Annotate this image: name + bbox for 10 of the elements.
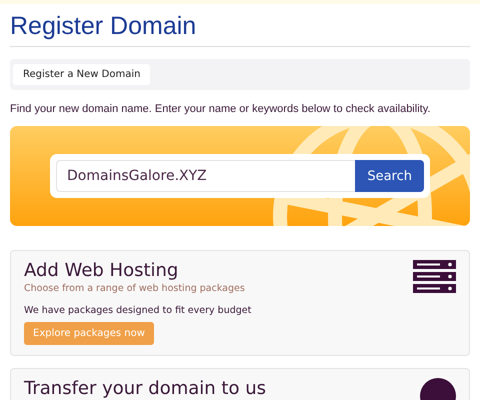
search-button[interactable]: Search	[355, 160, 424, 192]
card-subtitle: Choose from a range of web hosting packages	[24, 283, 245, 294]
card-text: We have packages designed to fit every budget	[24, 305, 252, 316]
intro-text: Find your new domain name. Enter your name or keywords below to check availability.	[10, 103, 432, 115]
domain-input[interactable]: DomainsGalore.XYZ	[56, 160, 356, 192]
page-title: Register Domain	[10, 12, 196, 41]
card-title: Add Web Hosting	[24, 260, 178, 281]
tab[interactable]: Register a New Domain	[13, 64, 150, 85]
card-title: Transfer your domain to us	[24, 378, 266, 399]
server-icon	[413, 260, 456, 294]
